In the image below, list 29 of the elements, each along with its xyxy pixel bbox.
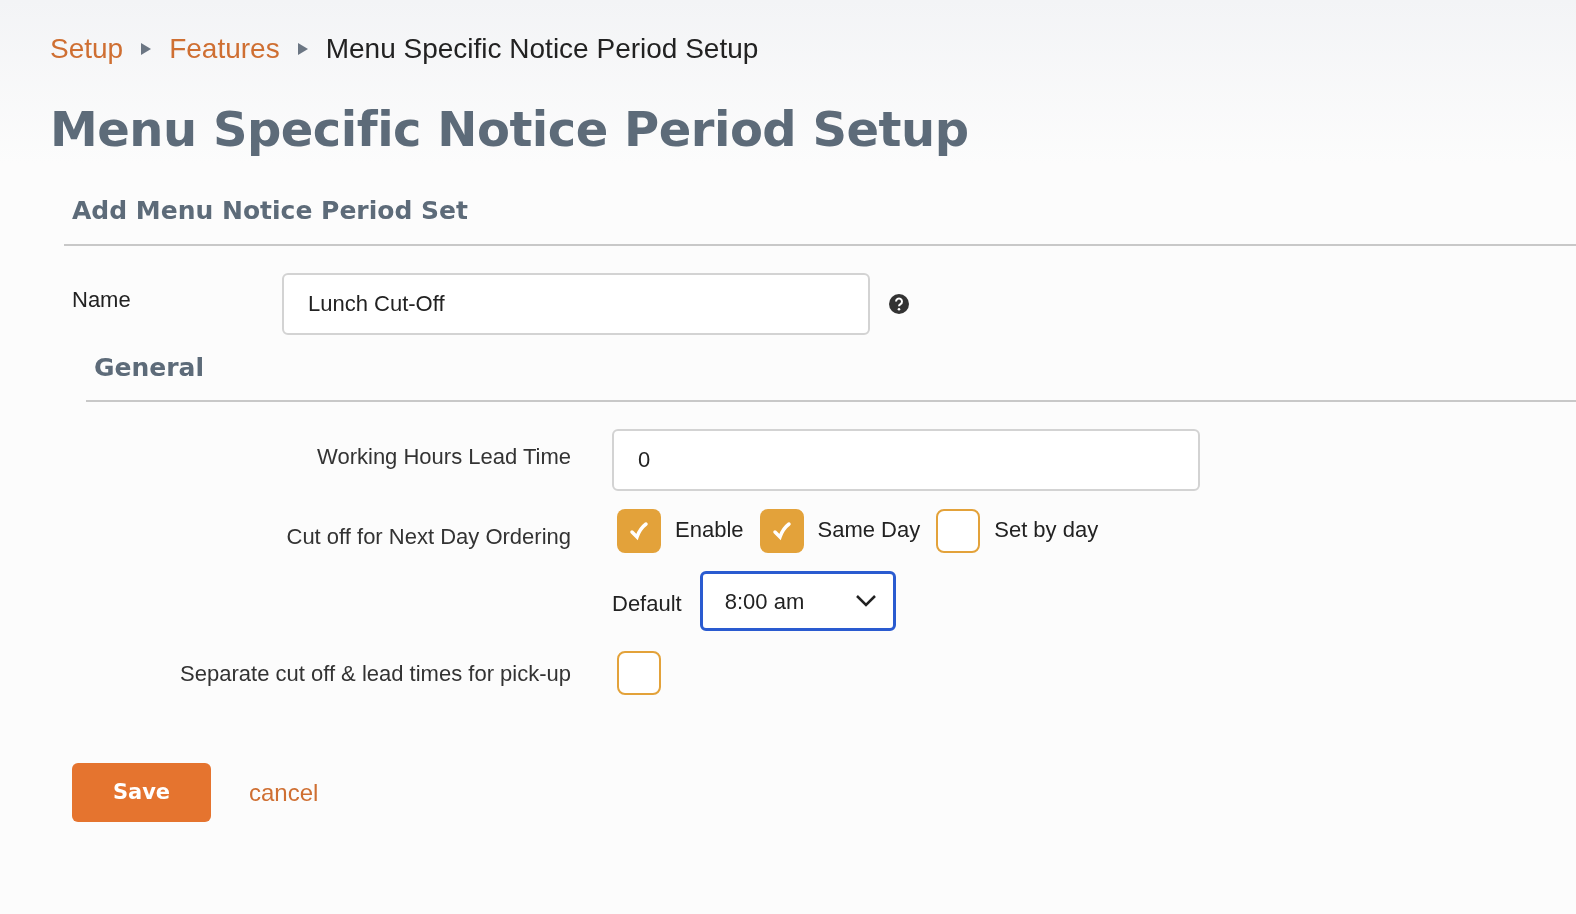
field-label: Default [612, 589, 682, 618]
time-select[interactable]: 8:00 am [699, 571, 896, 631]
name-field[interactable]: Lunch Cut-Off [282, 272, 870, 335]
field-label: Cut off for Next Day Ordering [285, 522, 571, 551]
breadcrumb-link[interactable]: Setup [50, 28, 124, 70]
section-heading: General [94, 352, 204, 382]
field-label: Working Hours Lead Time [316, 442, 571, 471]
chevron-right-icon [141, 43, 152, 55]
checkbox-label: Set by day [994, 515, 1099, 544]
field-label: Name [72, 286, 132, 314]
lead-time-field[interactable]: 0 [612, 429, 1200, 491]
page-title: Menu Specific Notice Period Setup [50, 100, 970, 159]
checkmark-icon [771, 521, 792, 541]
checkbox[interactable] [936, 509, 981, 553]
chevron-right-icon [297, 43, 308, 55]
checkmark-icon [629, 521, 649, 541]
field-label: Separate cut off & lead times for pick-up [179, 659, 571, 688]
cancel-link[interactable]: cancel [249, 774, 319, 811]
breadcrumb-link[interactable]: Features [169, 28, 280, 70]
checkbox-label: Same Day [817, 515, 921, 544]
chevron-down-icon [854, 594, 877, 608]
breadcrumb-current: Menu Specific Notice Period Setup [325, 32, 759, 66]
checkbox[interactable] [617, 509, 661, 553]
help-icon[interactable] [888, 292, 910, 315]
section-heading: Add Menu Notice Period Set [72, 196, 468, 225]
checkbox[interactable] [759, 509, 804, 553]
checkbox[interactable] [617, 651, 661, 695]
save-button[interactable]: Save [72, 763, 211, 822]
checkbox-label: Enable [675, 515, 744, 544]
